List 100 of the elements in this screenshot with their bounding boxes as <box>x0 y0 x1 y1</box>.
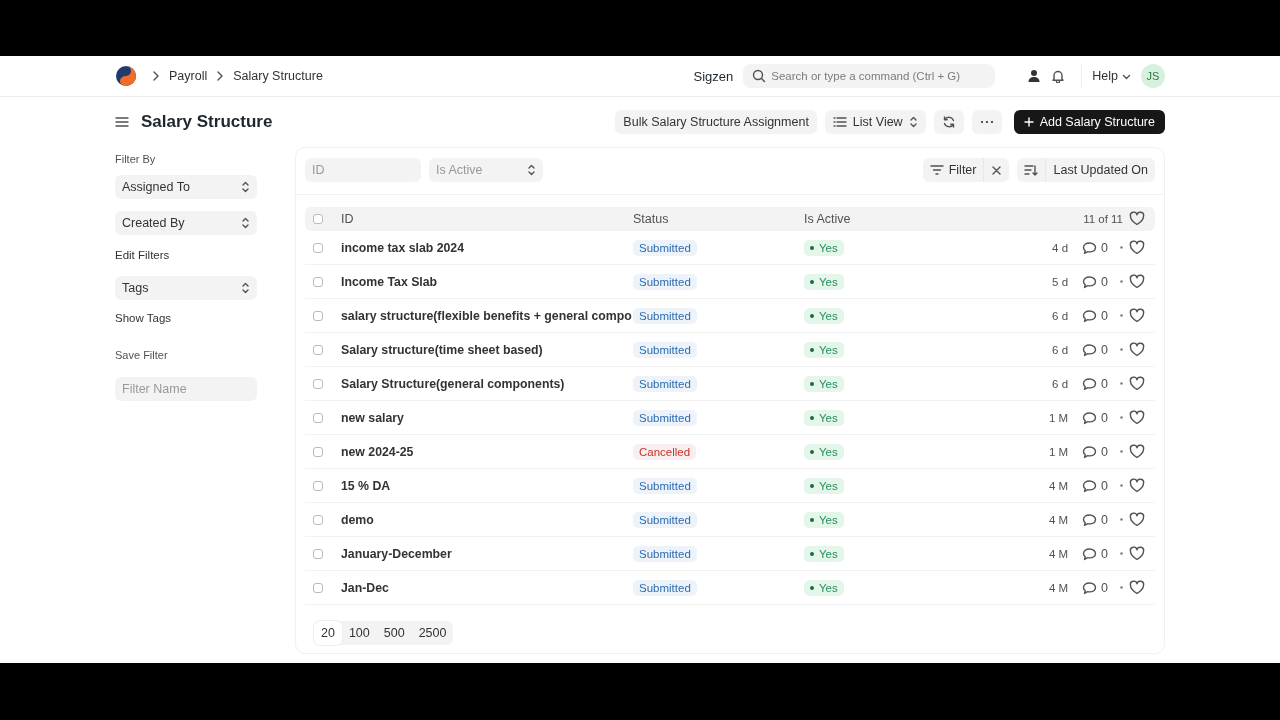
record-link[interactable]: salary structure(flexible benefits + general compo <box>341 308 633 323</box>
heart-icon[interactable] <box>1129 443 1145 460</box>
id-filter-field[interactable]: ID <box>305 158 421 182</box>
show-tags-link[interactable]: Show Tags <box>115 312 257 324</box>
status-badge: Submitted <box>633 477 697 494</box>
row-checkbox[interactable] <box>313 412 323 423</box>
refresh-icon <box>941 115 956 129</box>
search-field[interactable]: Search or type a command (Ctrl + G) <box>743 64 996 88</box>
list-icon <box>832 115 847 129</box>
heart-icon[interactable] <box>1129 545 1145 562</box>
logo-icon[interactable] <box>115 65 137 87</box>
group-by-select[interactable]: Created By <box>115 211 257 235</box>
status-badge: Submitted <box>633 545 697 562</box>
heart-icon[interactable] <box>1129 375 1145 392</box>
add-button[interactable]: Add Salary Structure <box>1013 110 1165 134</box>
record-link[interactable]: January-December <box>341 546 633 561</box>
menu-icon[interactable] <box>115 115 129 129</box>
heart-icon[interactable] <box>1129 477 1145 494</box>
select-all-checkbox[interactable] <box>313 214 323 224</box>
row-checkbox[interactable] <box>313 344 323 355</box>
modified-time: 6 d <box>1051 309 1069 322</box>
heart-icon[interactable] <box>1129 409 1145 426</box>
heart-icon[interactable] <box>1129 273 1145 290</box>
heart-icon[interactable] <box>1129 511 1145 528</box>
modified-time: 1 M <box>1047 445 1069 458</box>
record-link[interactable]: Jan-Dec <box>341 580 633 595</box>
page-size-button[interactable]: 100 <box>341 621 377 645</box>
heart-icon[interactable] <box>1129 307 1145 324</box>
row-checkbox[interactable] <box>313 446 323 457</box>
updown-caret-icon <box>908 116 918 128</box>
record-link[interactable]: new 2024-25 <box>341 444 633 459</box>
record-link[interactable]: new salary <box>341 410 633 425</box>
group-by-select[interactable]: Assigned To <box>115 175 257 199</box>
separator-dot-icon <box>1120 484 1123 487</box>
record-link[interactable]: 15 % DA <box>341 478 633 493</box>
breadcrumb-link[interactable]: Salary Structure <box>233 69 323 83</box>
record-link[interactable]: Salary structure(time sheet based) <box>341 342 633 357</box>
active-badge: Yes <box>804 579 844 596</box>
comment-icon <box>1082 512 1098 527</box>
page-size-button[interactable]: 2500 <box>411 621 454 645</box>
filter-icon <box>929 163 944 177</box>
view-select[interactable]: List View <box>824 110 926 134</box>
record-link[interactable]: income tax slab 2024 <box>341 240 633 255</box>
modified-time: 4 d <box>1051 241 1069 254</box>
active-badge: Yes <box>804 341 844 358</box>
separator-dot-icon <box>1120 280 1123 283</box>
heart-icon[interactable] <box>1129 341 1145 358</box>
comment-count: 0 <box>1082 512 1108 527</box>
row-checkbox[interactable] <box>313 242 323 253</box>
active-badge: Yes <box>804 477 844 494</box>
separator-dot-icon <box>1120 518 1123 521</box>
breadcrumb-link[interactable]: Payroll <box>169 69 208 83</box>
updown-caret-icon <box>527 164 536 176</box>
record-link[interactable]: demo <box>341 512 633 527</box>
row-checkbox[interactable] <box>313 310 323 321</box>
close-icon[interactable] <box>991 164 1003 176</box>
bell-icon[interactable] <box>1051 69 1066 83</box>
sort-icon[interactable] <box>1024 163 1039 177</box>
separator-dot-icon <box>1120 246 1123 249</box>
refresh-button[interactable] <box>933 110 964 134</box>
comment-icon <box>1082 376 1098 391</box>
status-badge: Submitted <box>633 511 697 528</box>
comment-count: 0 <box>1082 240 1108 255</box>
status-badge: Submitted <box>633 579 697 596</box>
filter-name-field[interactable]: Filter Name <box>115 377 257 401</box>
comment-icon <box>1082 546 1098 561</box>
status-badge: Submitted <box>633 273 697 290</box>
row-checkbox[interactable] <box>313 548 323 559</box>
record-link[interactable]: Income Tax Slab <box>341 274 633 289</box>
active-badge: Yes <box>804 545 844 562</box>
row-checkbox[interactable] <box>313 582 323 593</box>
status-badge: Submitted <box>633 239 697 256</box>
page-size-button[interactable]: 500 <box>376 621 412 645</box>
user-icon[interactable] <box>1027 69 1042 83</box>
heart-icon[interactable] <box>1129 239 1145 256</box>
heart-icon[interactable] <box>1129 211 1145 227</box>
row-checkbox[interactable] <box>313 480 323 491</box>
heart-icon[interactable] <box>1129 579 1145 596</box>
modified-time: 4 M <box>1047 581 1069 594</box>
comment-count: 0 <box>1082 444 1108 459</box>
modified-time: 1 M <box>1047 411 1069 424</box>
status-badge: Submitted <box>633 341 697 358</box>
user-avatar[interactable]: JS <box>1141 64 1165 88</box>
column-header: Is Active <box>804 212 852 226</box>
bulk-assignment-button[interactable]: Bulk Salary Structure Assignment <box>615 110 817 134</box>
row-checkbox[interactable] <box>313 378 323 389</box>
row-checkbox[interactable] <box>313 514 323 525</box>
record-link[interactable]: Salary Structure(general components) <box>341 376 633 391</box>
record-count: 11 of 11 <box>1083 213 1123 225</box>
modified-time: 4 M <box>1047 513 1069 526</box>
tags-select[interactable]: Tags <box>115 276 257 300</box>
row-checkbox[interactable] <box>313 276 323 287</box>
company-name[interactable]: Sigzen <box>693 68 734 84</box>
edit-filters-link[interactable]: Edit Filters <box>115 249 257 261</box>
active-badge: Yes <box>804 409 844 426</box>
comment-count: 0 <box>1082 546 1108 561</box>
help-menu[interactable]: Help <box>1081 64 1131 88</box>
status-badge: Cancelled <box>633 443 697 460</box>
separator-dot-icon <box>1120 552 1123 555</box>
page-size-button[interactable]: 20 <box>314 621 342 645</box>
